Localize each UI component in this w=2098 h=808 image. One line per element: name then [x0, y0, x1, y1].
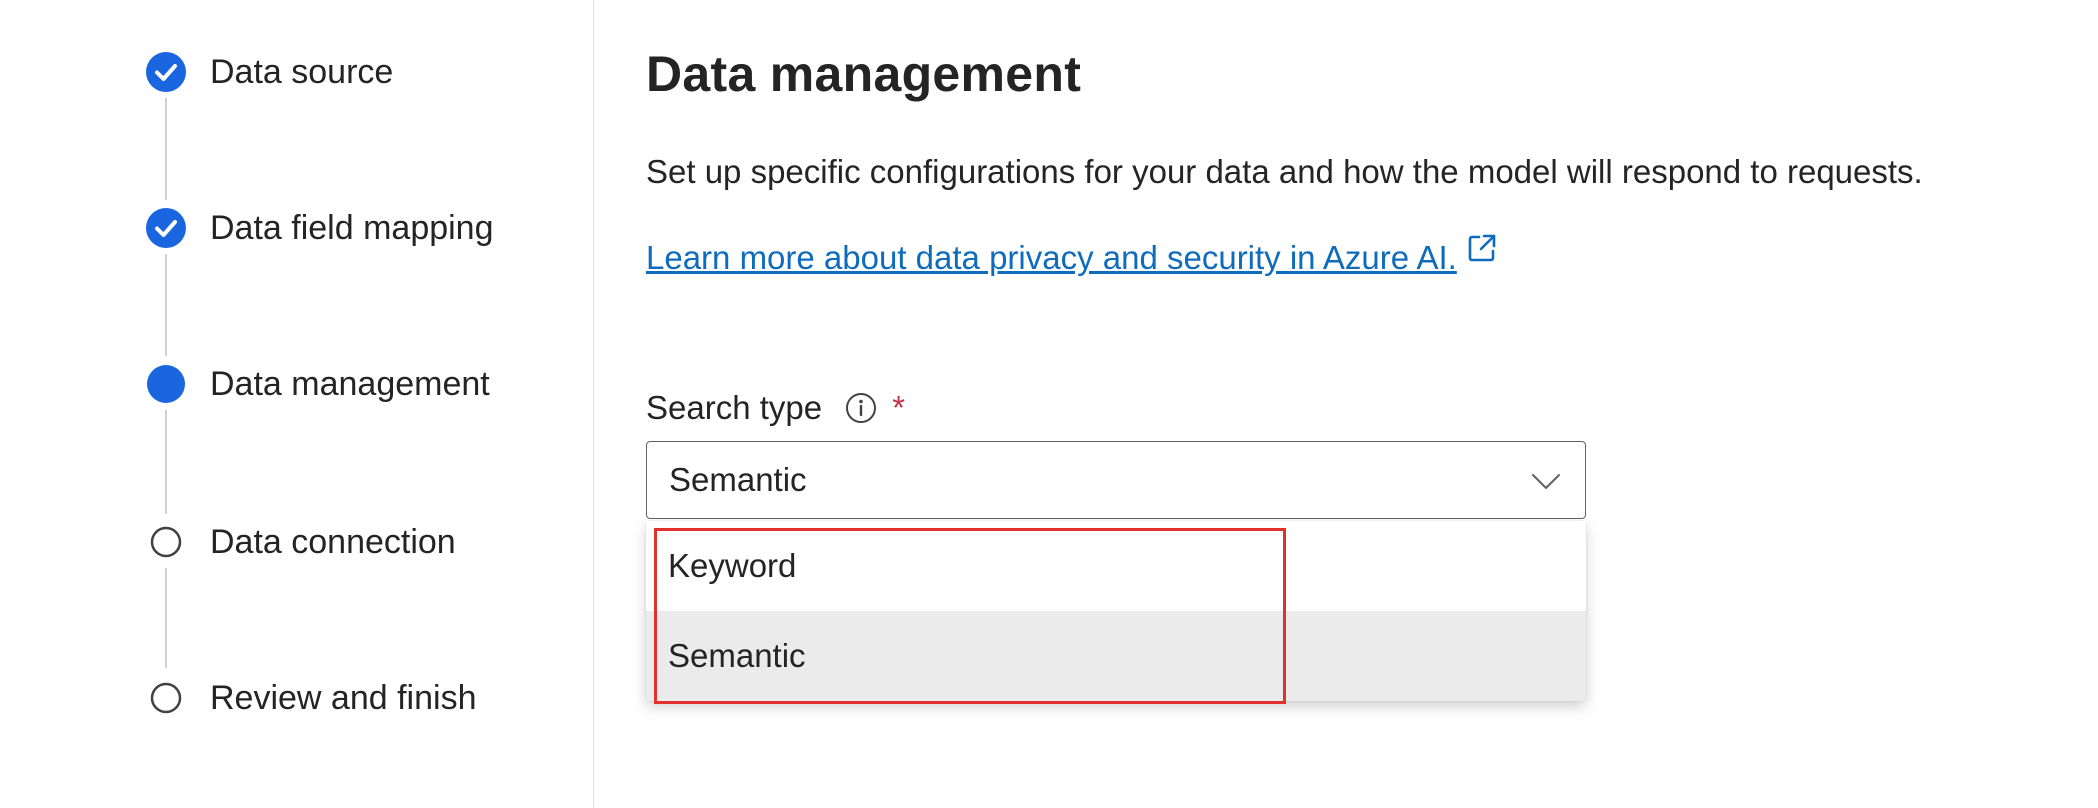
step-connector — [165, 254, 167, 356]
search-type-label: Search type — [646, 389, 823, 426]
page-title: Data management — [646, 46, 1082, 102]
filled-circle-icon — [146, 364, 186, 404]
step-connector — [165, 568, 167, 668]
wizard-stepper: Data source Data field mapping Data mana… — [0, 0, 594, 808]
learn-more-link-text: Learn more about data privacy and securi… — [646, 239, 1457, 276]
step-connector — [165, 410, 167, 514]
checkmark-circle-icon — [146, 208, 186, 248]
empty-circle-icon — [146, 522, 186, 562]
step-label: Data connection — [210, 523, 456, 561]
info-icon[interactable] — [844, 391, 878, 425]
checkmark-circle-icon — [146, 52, 186, 92]
main-content: Data management Set up specific configur… — [646, 0, 2098, 808]
step-label: Review and finish — [210, 679, 477, 717]
wizard-page: Data source Data field mapping Data mana… — [0, 0, 2098, 808]
chevron-down-icon — [1529, 464, 1563, 498]
option-semantic[interactable]: Semantic — [646, 611, 1586, 701]
step-label: Data management — [210, 365, 490, 403]
search-type-label-row: Search type * — [646, 386, 905, 430]
search-type-listbox: Keyword Semantic — [646, 521, 1586, 701]
open-external-icon — [1467, 230, 1497, 262]
page-description: Set up specific configurations for your … — [646, 153, 1923, 190]
option-label: Semantic — [668, 637, 806, 674]
option-keyword[interactable]: Keyword — [646, 521, 1586, 611]
step-label: Data field mapping — [210, 209, 494, 247]
step-connector — [165, 98, 167, 200]
option-label: Keyword — [668, 547, 797, 584]
learn-more-link[interactable]: Learn more about data privacy and securi… — [646, 234, 1497, 280]
dropdown-selected-value: Semantic — [669, 461, 807, 498]
required-indicator: * — [892, 389, 905, 426]
empty-circle-icon — [146, 678, 186, 718]
search-type-dropdown[interactable]: Semantic — [646, 441, 1586, 519]
step-label: Data source — [210, 53, 394, 91]
